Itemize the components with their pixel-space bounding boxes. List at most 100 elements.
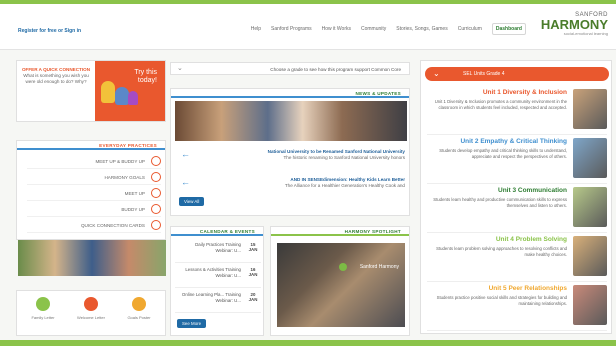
unit-thumbnail[interactable] [573,187,607,227]
poster-icon [132,297,146,311]
try-this-title-line: Try this [134,69,157,76]
try-this-title: Try this today! [134,69,157,85]
unit-description: Unit 1 Diversity & Inclusion promotes a … [434,99,567,110]
nav-stories-songs-games[interactable]: Stories, Songs, Games [396,26,447,35]
unit-thumbnail[interactable] [573,89,607,129]
common-core-dropdown[interactable]: ⌄ Choose a grade to see how this program… [170,62,410,75]
unit-description: Students practice positive social skills… [436,295,567,306]
calendar-event[interactable]: 16 JAN Lessons & Activities Training Webi… [175,264,261,288]
practices-heading-bar: EVERYDAY PRACTICES [17,141,165,150]
buddies-icon [151,204,161,214]
practice-item[interactable]: MEET UP & BUDDY UP [27,155,161,169]
divider [427,281,607,282]
unit-description: Students learn healthy and productive co… [433,197,567,208]
news-item-body: The historic renaming to Sanford Nationa… [283,155,405,160]
unit-title[interactable]: Unit 3 Communication [427,187,567,194]
practices-heading: EVERYDAY PRACTICES [99,143,157,148]
nav-community[interactable]: Community [361,26,386,35]
everyday-practices-panel: EVERYDAY PRACTICES MEET UP & BUDDY UP HAR… [16,140,166,240]
flask-icon [115,87,129,105]
see-more-events-button[interactable]: See More [177,319,207,328]
divider [427,232,607,233]
flask-icon [128,91,138,105]
harmony-spotlight-panel: HARMONY SPOTLIGHT Sanford Harmony [270,226,410,336]
brand-logo[interactable]: SANFORD HARMONY social-emotional learnin… [536,12,608,36]
divider [427,183,607,184]
event-date: 15 JAN [245,242,261,252]
goals-poster-link[interactable]: Goals Poster [119,297,159,320]
bottom-accent-bar [0,340,616,346]
calendar-heading-bar: CALENDAR & EVENTS [171,227,263,236]
news-item[interactable]: AND IN SENSEdimension: Healthy Kids Lear… [205,177,405,189]
calendar-event[interactable]: 20 JAN Online Learning Pla... Training We… [175,289,261,313]
practice-label: BUDDY UP [121,207,145,212]
target-icon [151,172,161,182]
practice-item[interactable]: QUICK CONNECTION CARDS [27,219,161,233]
resource-label: Welcome Letter [77,315,105,320]
nav-help[interactable]: Help [251,26,261,35]
resource-label: Goals Poster [127,315,151,320]
news-item[interactable]: National University to be Renamed Sanfor… [205,149,405,161]
divider [427,134,607,135]
unit-title[interactable]: Unit 4 Problem Solving [427,236,567,243]
event-title[interactable]: Lessons & Activities Training Webinar: U… [179,267,241,278]
chevron-down-icon: ⌄ [433,69,440,78]
event-date: 20 JAN [245,292,261,302]
calendar-event[interactable]: 15 JAN Daily Practices Training Webinar: … [175,239,261,263]
grade-selector[interactable]: ⌄ SEL Units Grade 4 [425,67,609,81]
event-title[interactable]: Daily Practices Training Webinar: U... [179,242,241,253]
unit-description: Students learn problem solving approache… [436,246,567,257]
practice-label: MEET UP & BUDDY UP [95,159,145,164]
people-icon [151,188,161,198]
spotlight-heading-bar: HARMONY SPOTLIGHT [271,227,409,236]
nav-sanford-programs[interactable]: Sanford Programs [271,26,312,35]
view-all-news-button[interactable]: View All [179,197,205,206]
arrow-left-icon[interactable]: ← [181,177,190,187]
practice-item[interactable]: HARMONY GOALS [27,171,161,185]
calendar-events-panel: CALENDAR & EVENTS 15 JAN Daily Practices … [170,226,264,336]
spotlight-video[interactable]: Sanford Harmony [277,243,405,327]
practice-item[interactable]: MEET UP [27,187,161,201]
dashboard-page: Register for free or Sign in Help Sanfor… [0,0,616,346]
unit-card[interactable]: Unit 5 Peer Relationships Students practi… [427,283,607,331]
try-this-today-card[interactable]: Try this today! OFFER A QUICK CONNECTION… [16,60,166,122]
try-this-banner: Try this today! [95,61,165,121]
handshake-icon [151,156,161,166]
unit-thumbnail[interactable] [573,285,607,325]
play-icon[interactable] [339,263,347,271]
calendar-heading: CALENDAR & EVENTS [199,229,255,234]
family-letter-link[interactable]: Family Letter [23,297,63,320]
video-title: Sanford Harmony [359,264,399,270]
brand-name: HARMONY [540,17,608,32]
chevron-down-icon: ⌄ [177,65,183,72]
nav-dashboard[interactable]: Dashboard [491,23,526,35]
event-title[interactable]: Online Learning Pla... Training Webinar:… [179,292,241,303]
units-panel: ⌄ SEL Units Grade 4 Unit 1 Diversity & I… [420,60,612,334]
welcome-letter-link[interactable]: Welcome Letter [71,297,111,320]
resource-label: Family Letter [31,315,55,320]
divider [427,330,607,331]
unit-thumbnail[interactable] [573,236,607,276]
site-header: Register for free or Sign in Help Sanfor… [0,4,616,50]
unit-description: Students develop empathy and critical th… [439,148,567,159]
unit-card[interactable]: Unit 4 Problem Solving Students learn pro… [427,234,607,282]
letter-icon [84,297,98,311]
letter-icon [36,297,50,311]
unit-title[interactable]: Unit 2 Empathy & Critical Thinking [427,138,567,145]
unit-title[interactable]: Unit 1 Diversity & Inclusion [427,89,567,96]
resources-panel: Family Letter Welcome Letter Goals Poste… [16,290,166,336]
practice-item[interactable]: BUDDY UP [27,203,161,217]
news-heading-bar: NEWS & UPDATES [171,89,409,98]
nav-curriculum[interactable]: Curriculum [458,26,482,35]
unit-card[interactable]: Unit 3 Communication Students learn healt… [427,185,607,233]
event-month: JAN [248,272,258,277]
register-sign-in-link[interactable]: Register for free or Sign in [18,28,81,34]
arrow-left-icon[interactable]: ← [181,149,190,159]
try-this-title-line: today! [137,77,157,84]
event-month: JAN [248,297,258,302]
unit-thumbnail[interactable] [573,138,607,178]
unit-title[interactable]: Unit 5 Peer Relationships [427,285,567,292]
unit-card[interactable]: Unit 2 Empathy & Critical Thinking Studen… [427,136,607,184]
unit-card[interactable]: Unit 1 Diversity & Inclusion Unit 1 Diver… [427,87,607,135]
nav-how-it-works[interactable]: How it Works [322,26,351,35]
